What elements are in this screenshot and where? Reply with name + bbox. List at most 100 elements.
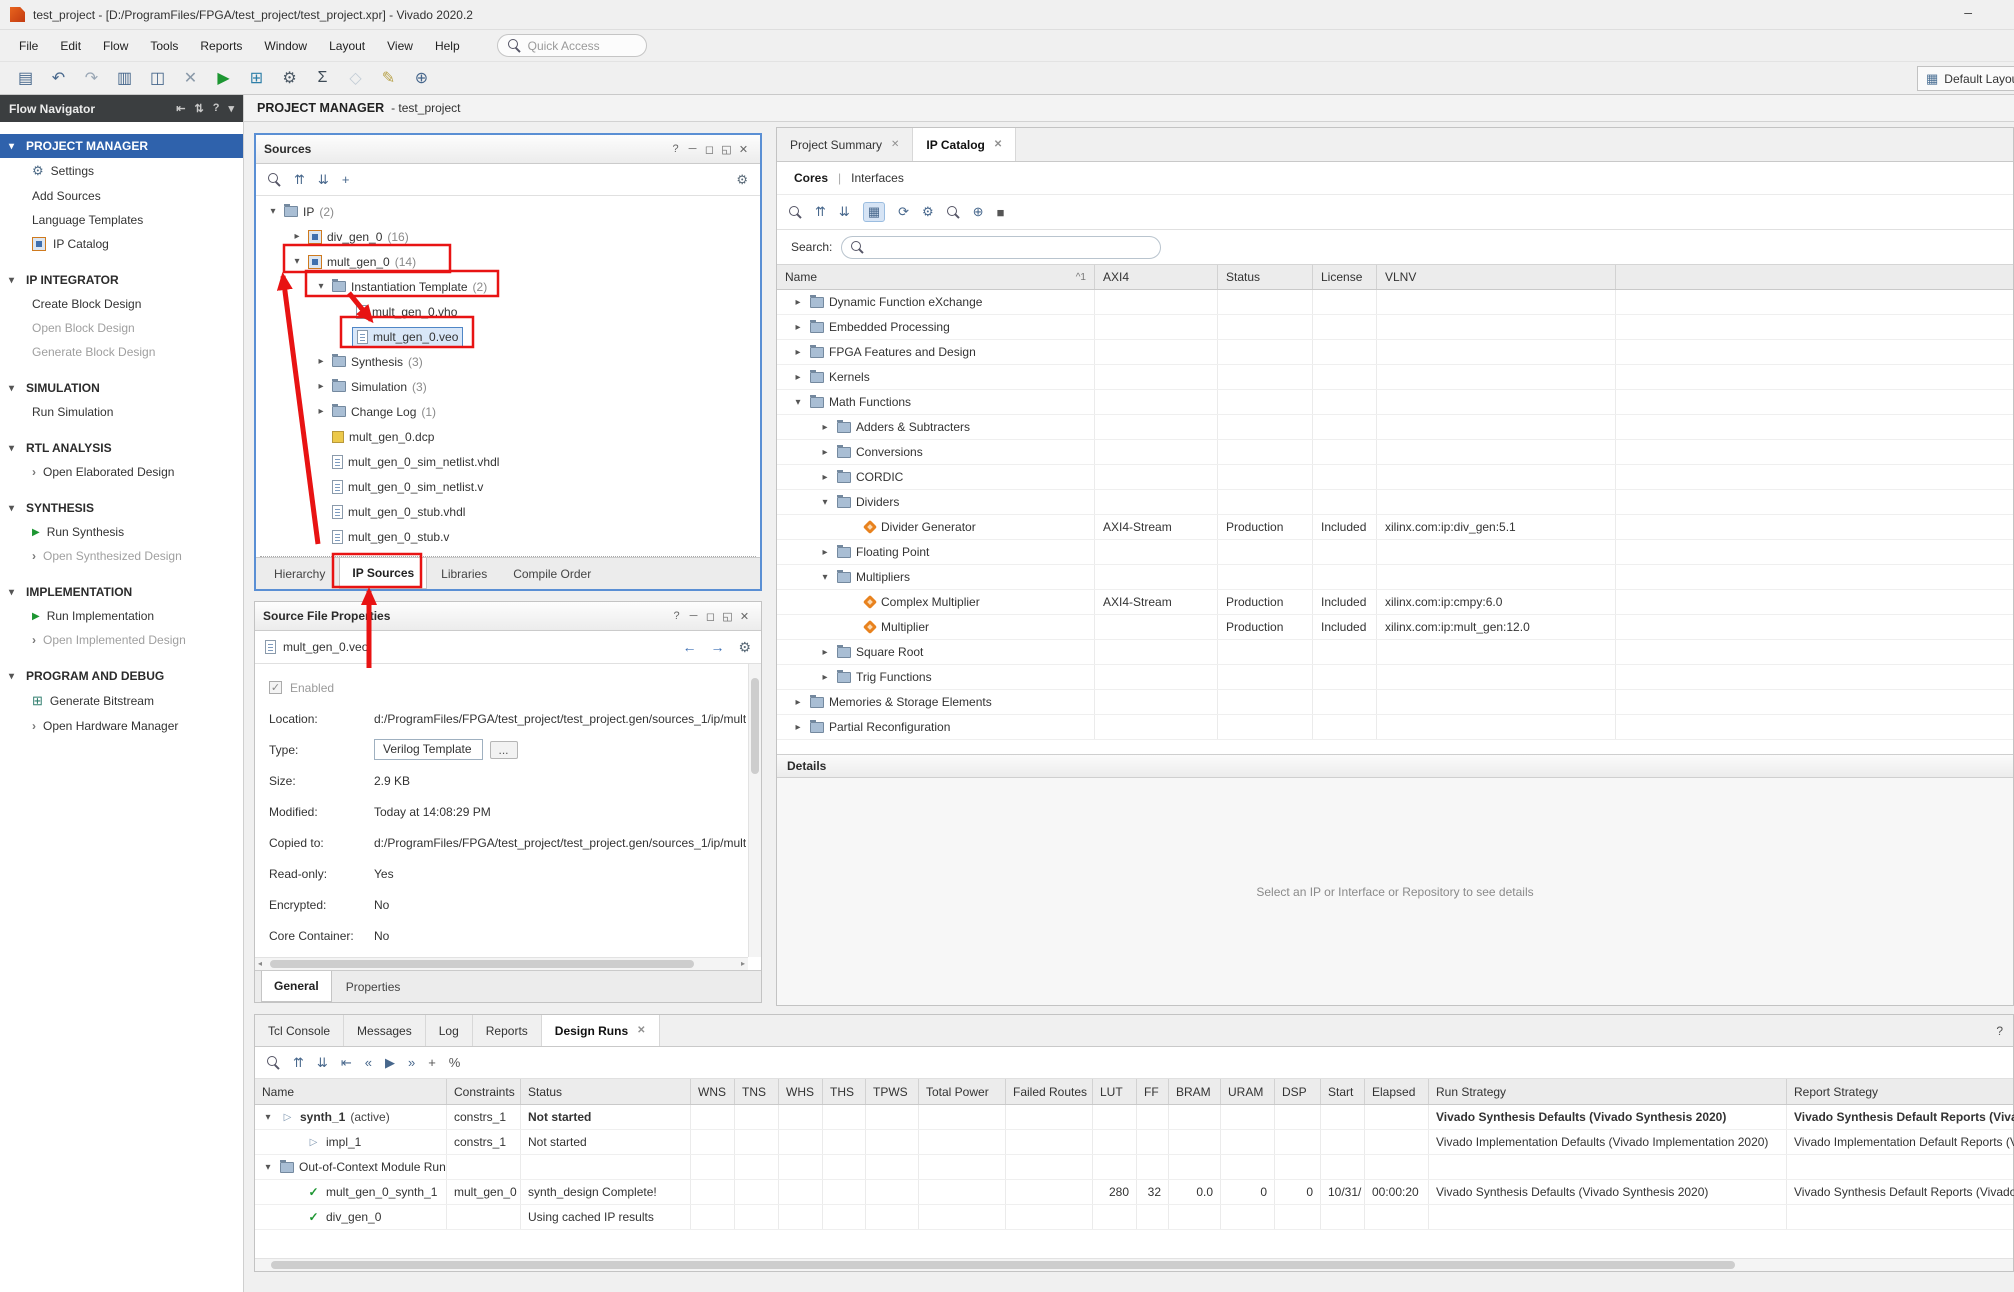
scroll-right-icon[interactable]: ▸ bbox=[741, 959, 745, 968]
help-icon[interactable]: ? bbox=[1996, 1024, 2003, 1038]
chevron-down-icon[interactable]: ▾ bbox=[290, 256, 304, 267]
flow-item-open-elaborated-design[interactable]: ›Open Elaborated Design bbox=[0, 460, 243, 484]
catalog-row-kernels[interactable]: ▸Kernels bbox=[777, 365, 2013, 390]
collapse-all-icon[interactable]: ⇈ bbox=[294, 172, 305, 188]
expand-all-icon[interactable]: ⇊ bbox=[318, 172, 329, 188]
tree-item-mult-gen-0-stub-vhdl[interactable]: mult_gen_0_stub.vhdl bbox=[256, 499, 760, 524]
chevron-down-icon[interactable]: ▾ bbox=[791, 397, 805, 408]
catalog-row-complex-multiplier[interactable]: Complex MultiplierAXI4-StreamProductionI… bbox=[777, 590, 2013, 615]
step-forward-icon[interactable]: » bbox=[408, 1055, 415, 1070]
search-icon[interactable] bbox=[789, 206, 802, 219]
collapse-navigator-icon[interactable]: ⇤ bbox=[176, 102, 185, 115]
column-header-tns[interactable]: TNS bbox=[735, 1079, 779, 1104]
horizontal-scrollbar[interactable]: ◂ ▸ bbox=[255, 957, 748, 970]
percent-icon[interactable]: % bbox=[449, 1055, 461, 1070]
column-header-name[interactable]: Name^1 bbox=[777, 265, 1095, 289]
redo-icon[interactable]: ↷ bbox=[78, 65, 105, 91]
column-header-failed-routes[interactable]: Failed Routes bbox=[1006, 1079, 1093, 1104]
tab-design-runs[interactable]: Design Runs✕ bbox=[542, 1015, 660, 1046]
run-icon[interactable]: ▶ bbox=[385, 1055, 395, 1071]
probe-icon[interactable]: ⊕ bbox=[408, 65, 435, 91]
chevron-right-icon[interactable]: ▸ bbox=[290, 231, 304, 242]
flow-item-run-implementation[interactable]: ▶Run Implementation bbox=[0, 604, 243, 628]
chevron-right-icon[interactable]: ▸ bbox=[818, 472, 832, 483]
tree-item-mult-gen-0-stub-v[interactable]: mult_gen_0_stub.v bbox=[256, 524, 760, 549]
expand-sections-icon[interactable]: ⇅ bbox=[195, 102, 204, 115]
flow-item-generate-bitstream[interactable]: ⊞Generate Bitstream bbox=[0, 688, 243, 714]
search-icon[interactable] bbox=[267, 1056, 280, 1069]
catalog-row-trig-functions[interactable]: ▸Trig Functions bbox=[777, 665, 2013, 690]
enabled-checkbox[interactable]: ✓ bbox=[269, 681, 282, 694]
flow-section-implementation[interactable]: ▾IMPLEMENTATION bbox=[0, 580, 243, 604]
create-run-icon[interactable]: + bbox=[428, 1055, 436, 1070]
column-header-ths[interactable]: THS bbox=[823, 1079, 866, 1104]
chevron-right-icon[interactable]: ▸ bbox=[818, 422, 832, 433]
catalog-row-math-functions[interactable]: ▾Math Functions bbox=[777, 390, 2013, 415]
group-by-category-icon[interactable]: ▦ bbox=[863, 202, 885, 222]
menu-item-file[interactable]: File bbox=[8, 33, 49, 59]
expand-all-icon[interactable]: ⇊ bbox=[839, 204, 850, 220]
chevron-down-icon[interactable]: ▾ bbox=[314, 281, 328, 292]
tab-log[interactable]: Log bbox=[426, 1015, 473, 1046]
catalog-row-adders-subtracters[interactable]: ▸Adders & Subtracters bbox=[777, 415, 2013, 440]
chevron-right-icon[interactable]: ▸ bbox=[791, 372, 805, 383]
catalog-row-dynamic-function-exchange[interactable]: ▸Dynamic Function eXchange bbox=[777, 290, 2013, 315]
catalog-row-floating-point[interactable]: ▸Floating Point bbox=[777, 540, 2013, 565]
undo-icon[interactable]: ↶ bbox=[45, 65, 72, 91]
flow-section-rtl-analysis[interactable]: ▾RTL ANALYSIS bbox=[0, 436, 243, 460]
column-header-start[interactable]: Start bbox=[1321, 1079, 1365, 1104]
refresh-repository-icon[interactable]: ⟳ bbox=[898, 204, 909, 220]
horizontal-scrollbar[interactable] bbox=[255, 1258, 2013, 1271]
flow-item-open-implemented-design[interactable]: ›Open Implemented Design bbox=[0, 628, 243, 652]
column-header-name[interactable]: Name bbox=[255, 1079, 447, 1104]
catalog-row-embedded-processing[interactable]: ▸Embedded Processing bbox=[777, 315, 2013, 340]
chevron-down-icon[interactable]: ▾ bbox=[818, 497, 832, 508]
go-first-icon[interactable]: ⇤ bbox=[341, 1055, 352, 1071]
tree-item-div-gen-0[interactable]: ▸div_gen_0(16) bbox=[256, 224, 760, 249]
flow-item-open-block-design[interactable]: Open Block Design bbox=[0, 316, 243, 340]
tab-compile-order[interactable]: Compile Order bbox=[501, 558, 603, 589]
scrollbar-thumb[interactable] bbox=[270, 960, 694, 968]
help-icon[interactable]: ? bbox=[213, 102, 220, 115]
tree-item-ip[interactable]: ▾IP(2) bbox=[256, 199, 760, 224]
run-row-mult-gen-0-synth-1[interactable]: ✓mult_gen_0_synth_1mult_gen_0synth_desig… bbox=[255, 1180, 2013, 1205]
catalog-row-cordic[interactable]: ▸CORDIC bbox=[777, 465, 2013, 490]
chevron-right-icon[interactable]: ▸ bbox=[314, 406, 328, 417]
chevron-right-icon[interactable]: ▸ bbox=[818, 672, 832, 683]
run-row-out-of-context-module-runs[interactable]: ▾Out-of-Context Module Runs bbox=[255, 1155, 2013, 1180]
collapse-all-icon[interactable]: ⇈ bbox=[815, 204, 826, 220]
layout-selector-button[interactable]: ▦ Default Layout bbox=[1917, 66, 2014, 91]
tab-messages[interactable]: Messages bbox=[344, 1015, 426, 1046]
catalog-row-partial-reconfiguration[interactable]: ▸Partial Reconfiguration bbox=[777, 715, 2013, 740]
step-back-icon[interactable]: « bbox=[365, 1055, 372, 1070]
chevron-down-icon[interactable]: ▾ bbox=[261, 1162, 275, 1173]
flow-section-simulation[interactable]: ▾SIMULATION bbox=[0, 376, 243, 400]
close-icon[interactable]: ✕ bbox=[994, 139, 1002, 150]
float-icon[interactable]: ◱ bbox=[719, 610, 736, 623]
catalog-row-fpga-features-and-design[interactable]: ▸FPGA Features and Design bbox=[777, 340, 2013, 365]
column-header-report-strategy[interactable]: Report Strategy bbox=[1787, 1079, 2014, 1104]
flow-section-synthesis[interactable]: ▾SYNTHESIS bbox=[0, 496, 243, 520]
column-header-license[interactable]: License bbox=[1313, 265, 1377, 289]
create-block-design-icon[interactable]: ⊞ bbox=[243, 65, 270, 91]
column-header-total-power[interactable]: Total Power bbox=[919, 1079, 1006, 1104]
chevron-right-icon[interactable]: ▸ bbox=[314, 356, 328, 367]
details-toggle-icon[interactable]: ■ bbox=[997, 205, 1005, 220]
expand-all-icon[interactable]: ⇊ bbox=[317, 1055, 328, 1071]
column-header-wns[interactable]: WNS bbox=[691, 1079, 735, 1104]
column-header-elapsed[interactable]: Elapsed bbox=[1365, 1079, 1429, 1104]
menu-item-window[interactable]: Window bbox=[253, 33, 318, 59]
flow-item-language-templates[interactable]: Language Templates bbox=[0, 208, 243, 232]
run-row-synth-1[interactable]: ▾▷synth_1(active)constrs_1Not startedViv… bbox=[255, 1105, 2013, 1130]
view-interfaces[interactable]: Interfaces bbox=[851, 171, 904, 185]
chevron-right-icon[interactable]: ▸ bbox=[314, 381, 328, 392]
column-header-whs[interactable]: WHS bbox=[779, 1079, 823, 1104]
catalog-row-divider-generator[interactable]: Divider GeneratorAXI4-StreamProductionIn… bbox=[777, 515, 2013, 540]
run-row-impl-1[interactable]: ▷impl_1constrs_1Not startedVivado Implem… bbox=[255, 1130, 2013, 1155]
minimize-icon[interactable]: ─ bbox=[684, 143, 701, 156]
column-header-tpws[interactable]: TPWS bbox=[866, 1079, 919, 1104]
add-repository-icon[interactable]: ⊕ bbox=[973, 204, 984, 220]
tree-item-mult-gen-0-vho[interactable]: mult_gen_0.vho bbox=[256, 299, 760, 324]
flow-item-run-simulation[interactable]: Run Simulation bbox=[0, 400, 243, 424]
tree-item-mult-gen-0-dcp[interactable]: mult_gen_0.dcp bbox=[256, 424, 760, 449]
